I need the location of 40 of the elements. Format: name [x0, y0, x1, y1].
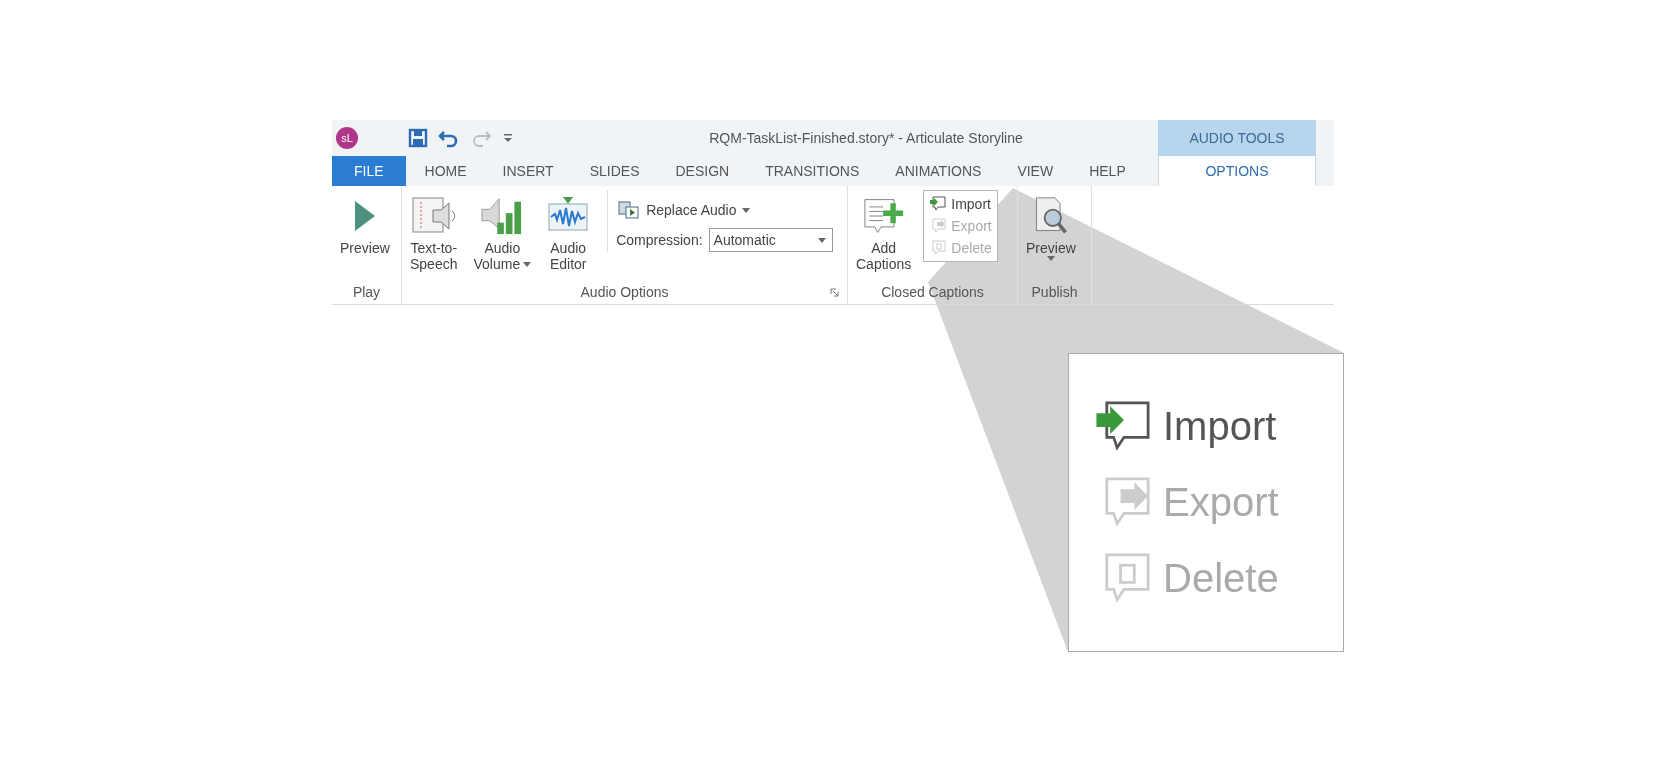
import-caption-icon [929, 196, 948, 212]
ribbon-tab[interactable]: INSERT [485, 156, 571, 186]
editor-button[interactable]: Audio Editor [543, 190, 594, 272]
ribbon-tab[interactable]: DESIGN [658, 156, 747, 186]
speaker-document-icon [410, 196, 457, 236]
volume-button[interactable]: Audio Volume [469, 190, 536, 272]
command-label: Export [1163, 480, 1279, 525]
group-label: Play [352, 284, 381, 300]
caret-icon [742, 207, 751, 213]
ribbon-tab[interactable]: SLIDES [572, 156, 657, 186]
delete-caption-icon [929, 240, 948, 256]
compression-label: Compression: [616, 232, 703, 248]
contextual-group-header: AUDIO TOOLS [1158, 120, 1316, 156]
ribbon-tab[interactable]: HOME [407, 156, 484, 186]
caret-icon [817, 237, 826, 243]
ribbon-tab[interactable]: HELP [1072, 156, 1143, 186]
group-label: Closed Captions [881, 284, 984, 300]
replace-audio-button[interactable]: Replace Audio [616, 198, 753, 222]
dialog-launcher-icon[interactable] [830, 288, 839, 297]
add-captions-button[interactable]: Add Captions [852, 190, 916, 272]
ribbon-tab[interactable]: TRANSITIONS [748, 156, 877, 186]
preview-button[interactable]: Preview [336, 190, 394, 256]
undo-icon[interactable] [438, 128, 460, 148]
app-logo: sL [336, 127, 358, 149]
compression-dropdown[interactable]: Automatic [708, 228, 833, 252]
command-label: Import [1163, 404, 1277, 449]
tts-button[interactable]: Text-to- Speech [406, 190, 462, 272]
group-label: Audio Options [580, 284, 669, 300]
replace-audio-icon [618, 200, 641, 220]
ribbon-tab[interactable]: OPTIONS [1158, 156, 1316, 186]
ribbon-tab[interactable]: VIEW [1000, 156, 1071, 186]
customize-icon[interactable] [502, 131, 514, 145]
file-tab[interactable]: FILE [332, 156, 406, 186]
command-label: Delete [1163, 556, 1279, 601]
ribbon-tab[interactable]: ANIMATIONS [878, 156, 999, 186]
caption-command-button[interactable]: Import [927, 193, 994, 215]
export-caption-icon [929, 218, 948, 234]
group-label: Publish [1031, 284, 1078, 300]
preview-button[interactable]: Preview [1022, 190, 1080, 261]
save-icon[interactable] [408, 128, 428, 148]
